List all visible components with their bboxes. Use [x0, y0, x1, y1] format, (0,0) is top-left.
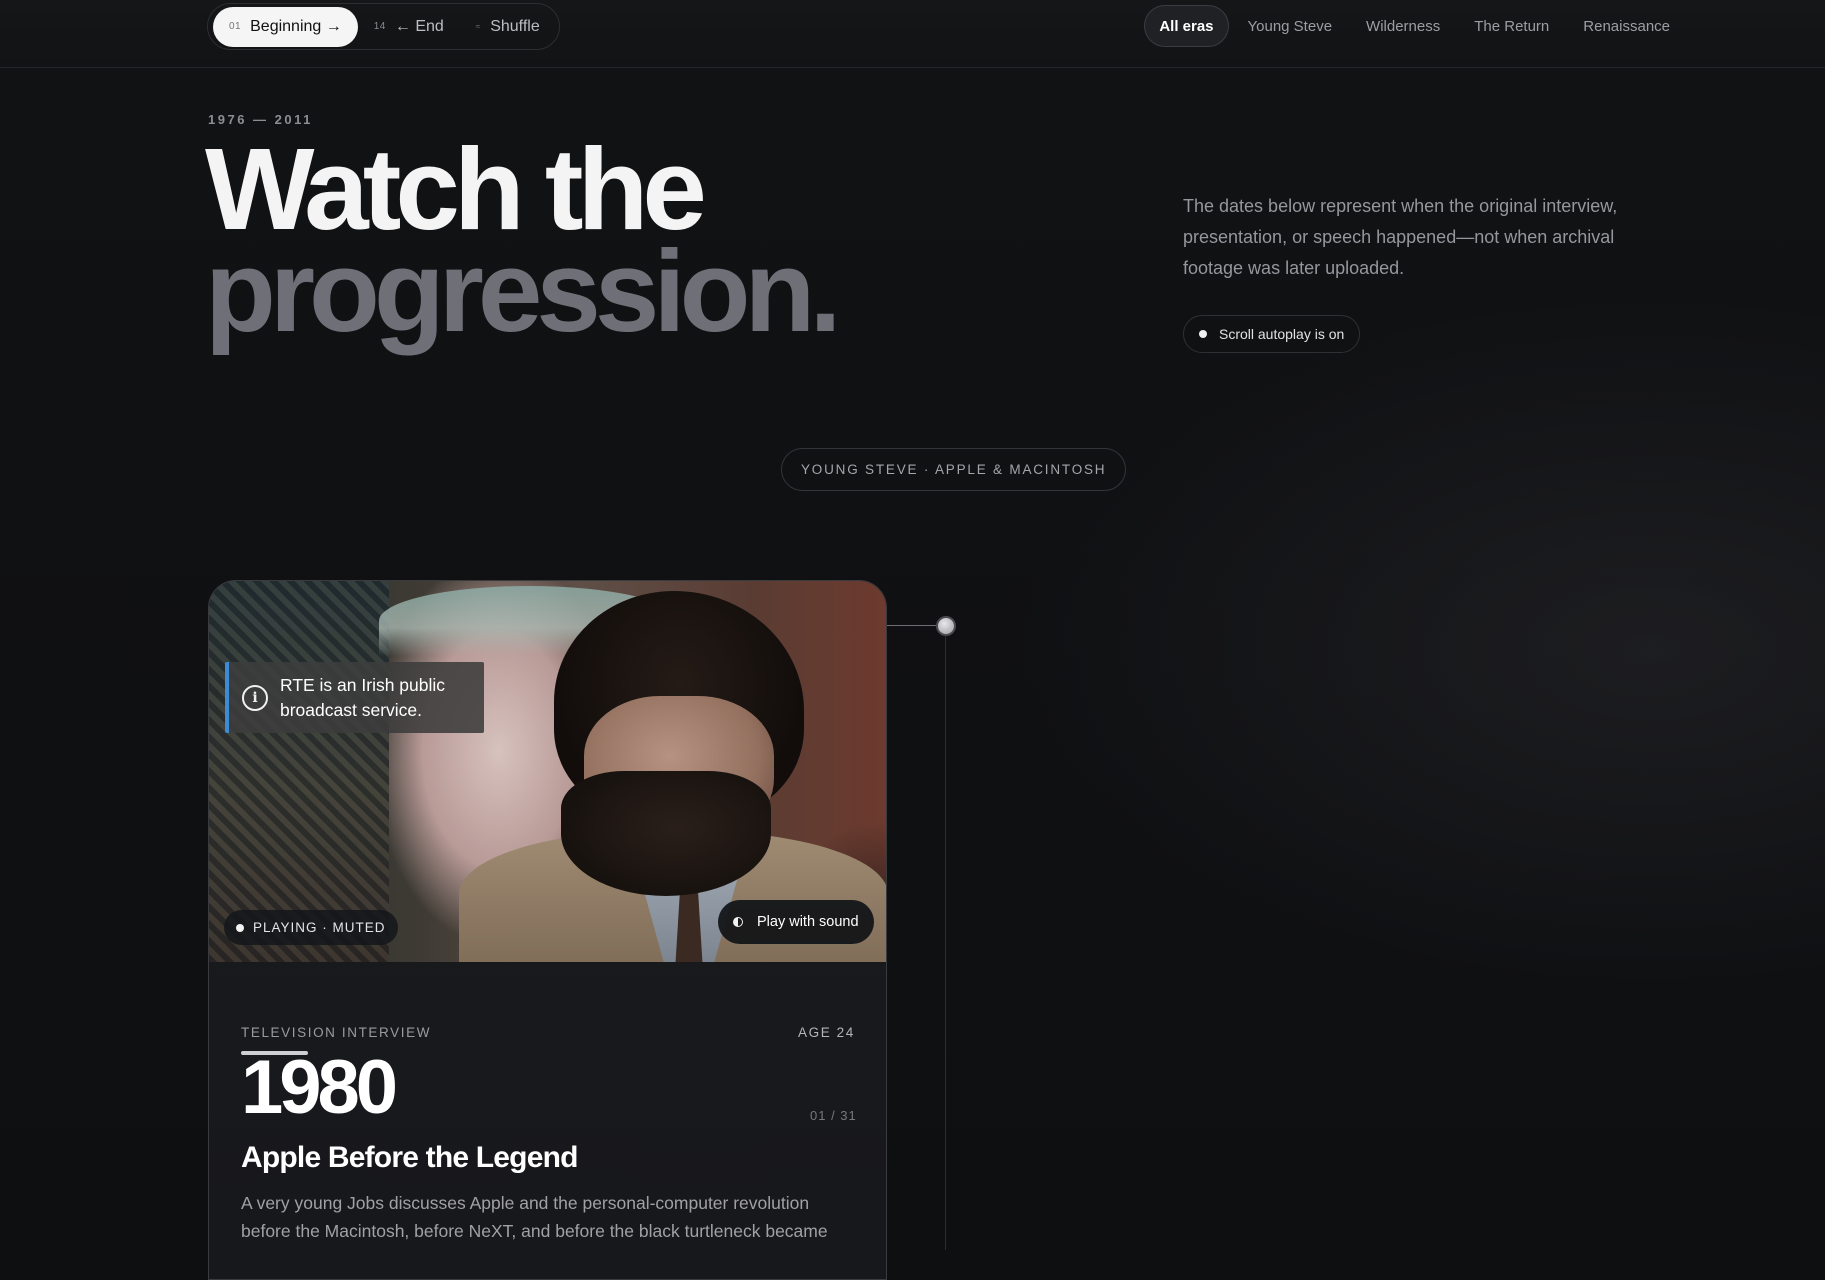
interview-year: 1980: [241, 1045, 398, 1130]
page-title: Watch the progression.: [205, 124, 842, 356]
end-button[interactable]: 14 ← End: [358, 7, 460, 47]
autoplay-status-dot: [1199, 330, 1207, 338]
beginning-label: Beginning →: [250, 17, 342, 35]
top-bar: 01 Beginning → 14 ← End ≈ Shuffle All er…: [0, 0, 1825, 68]
clip-counter: 01 / 31: [810, 1108, 857, 1123]
play-with-sound-label: Play with sound: [757, 914, 859, 930]
status-dot: [236, 923, 244, 932]
timeline-connector: [886, 625, 936, 626]
interview-type: TELEVISION INTERVIEW: [241, 1025, 432, 1040]
era-the-return[interactable]: The Return: [1459, 5, 1564, 47]
end-label: ← End: [394, 17, 444, 35]
playback-status: PLAYING · MUTED: [224, 910, 398, 945]
headline-line-1: Watch the: [205, 124, 707, 254]
sound-icon: [733, 917, 743, 927]
end-number: 14: [373, 21, 386, 32]
dates-note: The dates below represent when the origi…: [1183, 196, 1618, 278]
headline-line-2: progression.: [205, 226, 842, 356]
video-player[interactable]: i RTE is an Irish public broadcast servi…: [209, 581, 886, 962]
shuffle-button[interactable]: ≈ Shuffle: [460, 7, 556, 47]
play-with-sound-button[interactable]: Play with sound: [718, 900, 874, 944]
autoplay-label: Scroll autoplay is on: [1219, 326, 1345, 342]
card-description: A very young Jobs discusses Apple and th…: [241, 1193, 828, 1241]
interview-card: i RTE is an Irish public broadcast servi…: [208, 580, 887, 1280]
card-title: Apple Before the Legend: [241, 1141, 578, 1174]
sequence-toggle-group: 01 Beginning → 14 ← End ≈ Shuffle: [207, 3, 560, 50]
age-label: AGE 24: [798, 1025, 855, 1040]
info-caption: i RTE is an Irish public broadcast servi…: [225, 662, 484, 733]
timeline-line: [945, 626, 946, 1250]
era-section-label: YOUNG STEVE · APPLE & MACINTOSH: [781, 448, 1127, 491]
beginning-number: 01: [229, 21, 242, 32]
era-all[interactable]: All eras: [1144, 5, 1229, 47]
shuffle-icon: ≈: [475, 22, 481, 31]
timeline-node[interactable]: [936, 616, 956, 636]
shuffle-label: Shuffle: [490, 17, 540, 35]
era-young-steve[interactable]: Young Steve: [1233, 5, 1348, 47]
beginning-button[interactable]: 01 Beginning →: [213, 6, 358, 47]
era-filter: All eras Young Steve Wilderness The Retu…: [1144, 5, 1685, 47]
status-text: PLAYING · MUTED: [253, 920, 386, 935]
autoplay-toggle[interactable]: Scroll autoplay is on: [1183, 315, 1361, 353]
info-icon: i: [242, 684, 268, 711]
caption-text: RTE is an Irish public broadcast service…: [280, 674, 446, 720]
era-wilderness[interactable]: Wilderness: [1351, 5, 1455, 47]
era-renaissance[interactable]: Renaissance: [1568, 5, 1685, 47]
